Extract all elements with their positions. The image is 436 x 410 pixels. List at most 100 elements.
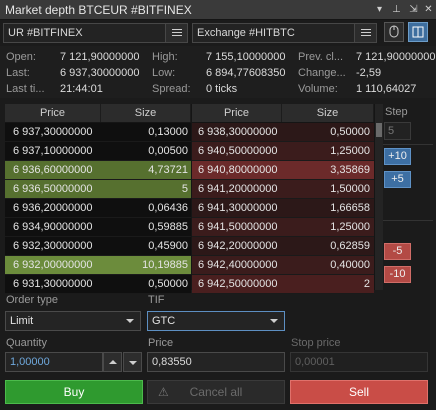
tif-value: GTC [152, 315, 176, 327]
detach-icon[interactable]: ⇲ [406, 2, 421, 17]
minus-5-button[interactable]: -5 [384, 243, 411, 260]
ask-size: 2 [363, 278, 370, 290]
ask-size: 1,25000 [330, 145, 370, 157]
cancel-all-label: Cancel all [189, 385, 243, 399]
right-exchange-label: Exchange #HITBTC [197, 27, 295, 39]
ask-row[interactable]: 6 942,20000000 0,62859 [192, 237, 374, 256]
tif-select[interactable]: GTC [147, 311, 285, 331]
last-time-label: Last ti... [6, 83, 45, 95]
spread-value: 0 ticks [206, 83, 238, 95]
change-value: -2,59 [356, 67, 382, 79]
ask-price: 6 942,20000000 [198, 240, 278, 252]
ask-price-header[interactable]: Price [192, 104, 282, 122]
quantity-dropdown-button[interactable] [123, 352, 142, 372]
sell-button[interactable]: Sell [290, 380, 428, 404]
ask-row[interactable]: 6 940,80000000 3,35869 [192, 161, 374, 180]
ask-size: 1,66658 [330, 202, 370, 214]
ask-size: 3,35869 [330, 164, 370, 176]
plus-10-button[interactable]: +10 [384, 148, 411, 165]
high-label: High: [152, 51, 178, 63]
bid-price: 6 936,50000000 [13, 183, 93, 195]
bid-price: 6 937,10000000 [13, 145, 93, 157]
list-icon[interactable] [354, 24, 376, 42]
cancel-all-button[interactable]: ⚠ Cancel all [147, 380, 285, 404]
ask-price: 6 941,50000000 [198, 221, 278, 233]
quantity-spin-button[interactable] [103, 352, 122, 372]
ask-row[interactable]: 6 938,30000000 0,50000 [192, 123, 374, 142]
bid-row[interactable]: 6 932,00000000 10,19885 [5, 256, 191, 275]
open-value: 7 121,90000000 [60, 51, 140, 63]
market-stats-panel: Open: 7 121,90000000 Last: 6 937,3000000… [0, 46, 436, 98]
bid-size: 0,13000 [148, 126, 188, 138]
bid-row[interactable]: 6 937,30000000 0,13000 [5, 123, 191, 142]
order-type-label: Order type [6, 294, 58, 306]
order-type-value: Limit [10, 315, 34, 327]
left-exchange-selector[interactable]: UR #BITFINEX [3, 23, 188, 43]
bid-price: 6 936,20000000 [13, 202, 93, 214]
ask-price: 6 942,40000000 [198, 259, 278, 271]
prev-close-value: 7 121,90000000 [356, 51, 436, 63]
open-label: Open: [6, 51, 36, 63]
ask-row[interactable]: 6 941,30000000 1,66658 [192, 199, 374, 218]
price-input[interactable]: 0,83550 [147, 352, 285, 372]
ask-size: 0,62859 [330, 240, 370, 252]
bid-price: 6 932,30000000 [13, 240, 93, 252]
divider [383, 220, 433, 221]
bid-row[interactable]: 6 937,10000000 0,00500 [5, 142, 191, 161]
step-label: Step [385, 106, 408, 118]
mouse-icon[interactable] [384, 22, 404, 42]
bid-row[interactable]: 6 936,20000000 0,06436 [5, 199, 191, 218]
close-icon[interactable]: ✕ [421, 2, 436, 17]
scrollbar-thumb[interactable] [376, 123, 382, 137]
chevron-down-icon [126, 319, 134, 323]
split-view-icon[interactable] [408, 22, 428, 42]
pin-icon[interactable]: ⊥ [389, 2, 404, 17]
window-title-bar: Market depth BTCEUR #BITFINEX ▾ ⊥ ⇲ ✕ [0, 0, 436, 20]
bid-row[interactable]: 6 931,30000000 0,50000 [5, 275, 191, 294]
book-scrollbar[interactable] [375, 104, 383, 290]
right-exchange-selector[interactable]: Exchange #HITBTC [192, 23, 377, 43]
plus-5-button[interactable]: +5 [384, 171, 411, 188]
list-icon[interactable] [165, 24, 187, 42]
ask-price: 6 940,50000000 [198, 145, 278, 157]
bid-price: 6 931,30000000 [13, 278, 93, 290]
bid-row[interactable]: 6 932,30000000 0,45900 [5, 237, 191, 256]
bid-size: 5 [181, 183, 188, 195]
left-exchange-label: UR #BITFINEX [8, 27, 83, 39]
ask-price: 6 938,30000000 [198, 126, 278, 138]
bid-row[interactable]: 6 936,60000000 4,73721 [5, 161, 191, 180]
change-label: Change... [298, 67, 346, 79]
ask-row[interactable]: 6 940,50000000 1,25000 [192, 142, 374, 161]
buy-button[interactable]: Buy [5, 380, 143, 404]
ask-row[interactable]: 6 942,50000000 2 [192, 275, 374, 294]
ask-row[interactable]: 6 941,50000000 1,25000 [192, 218, 374, 237]
low-label: Low: [152, 67, 176, 79]
order-book: Price Size Price Size 6 937,30000000 0,13… [5, 104, 383, 294]
bid-size-header[interactable]: Size [101, 104, 191, 122]
volume-value: 1 110,64027 [356, 83, 417, 95]
quantity-input[interactable]: 1,00000 [5, 352, 103, 372]
last-time-value: 21:44:01 [60, 83, 103, 95]
minus-10-button[interactable]: -10 [384, 266, 411, 283]
quantity-label: Quantity [6, 337, 47, 349]
bid-price: 6 934,90000000 [13, 221, 93, 233]
bid-size: 4,73721 [148, 164, 188, 176]
step-input[interactable]: 5 [384, 122, 411, 140]
bid-size: 0,59885 [148, 221, 188, 233]
ask-row[interactable]: 6 941,20000000 1,50000 [192, 180, 374, 199]
high-value: 7 155,10000000 [206, 51, 286, 63]
ask-size: 0,50000 [330, 126, 370, 138]
bid-price-header[interactable]: Price [5, 104, 101, 122]
bid-size: 0,00500 [148, 145, 188, 157]
ask-size: 1,25000 [330, 221, 370, 233]
bid-row[interactable]: 6 934,90000000 0,59885 [5, 218, 191, 237]
ask-size-header[interactable]: Size [282, 104, 374, 122]
ask-row[interactable]: 6 942,40000000 0,40000 [192, 256, 374, 275]
stop-price-input[interactable]: 0,00001 [290, 352, 428, 372]
bid-price: 6 937,30000000 [13, 126, 93, 138]
order-type-select[interactable]: Limit [5, 311, 141, 331]
dropdown-icon[interactable]: ▾ [372, 2, 387, 17]
bid-row[interactable]: 6 936,50000000 5 [5, 180, 191, 199]
stop-price-label: Stop price [291, 337, 341, 349]
ask-size: 0,40000 [330, 259, 370, 271]
